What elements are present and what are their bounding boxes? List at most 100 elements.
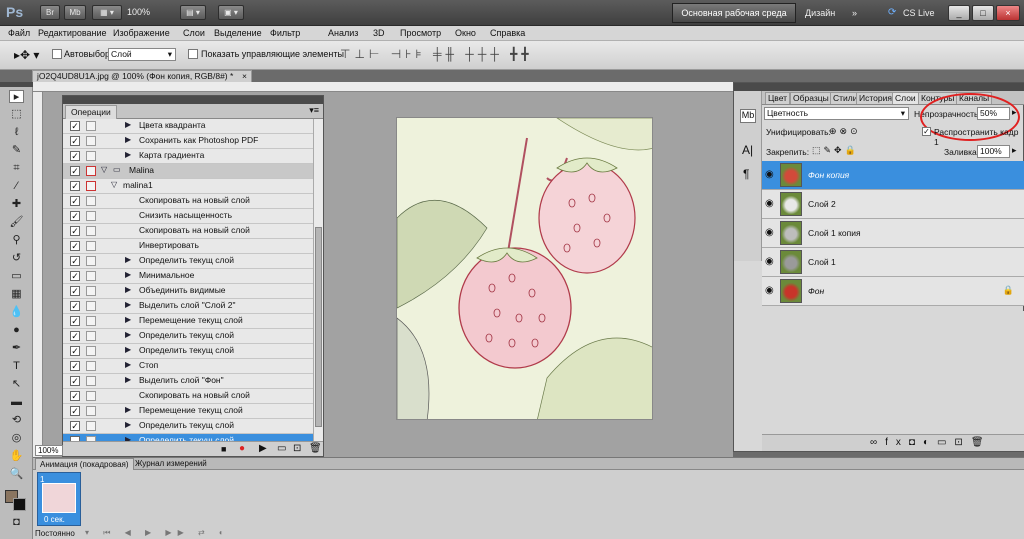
minimize-button[interactable]: _ xyxy=(948,5,970,21)
expand-triangle-icon[interactable]: ▶ xyxy=(125,150,131,159)
action-toggle-checkbox[interactable]: ✓ xyxy=(70,346,80,356)
expand-triangle-icon[interactable]: ▶ xyxy=(125,330,131,339)
expand-triangle-icon[interactable]: ▶ xyxy=(125,255,131,264)
expand-triangle-icon[interactable]: ▶ xyxy=(125,285,131,294)
mini-bridge-panel-icon[interactable]: Mb xyxy=(740,109,756,123)
3d-rotate-tool-icon[interactable]: ⟲ xyxy=(9,414,24,427)
autoselect-dropdown[interactable]: Слой ▾ xyxy=(108,48,176,61)
blur-tool-icon[interactable]: 💧 xyxy=(9,306,24,319)
dialog-toggle[interactable] xyxy=(86,316,96,326)
tab-history[interactable]: История xyxy=(856,92,895,104)
action-row[interactable]: ✓ ▶ Выделить слой "Слой 2" xyxy=(63,299,313,314)
dialog-toggle[interactable] xyxy=(86,226,96,236)
action-row[interactable]: ✓ ▶ Сохранить как Photoshop PDF xyxy=(63,134,313,149)
action-row[interactable]: ✓ ▶ Объединить видимые xyxy=(63,284,313,299)
action-row[interactable]: ✓ ▶ Определить текущ слой xyxy=(63,344,313,359)
action-row[interactable]: ✓ ▶ Определить текущ слой xyxy=(63,419,313,434)
mini-bridge-button[interactable]: Mb xyxy=(64,5,86,20)
autoselect-checkbox[interactable] xyxy=(52,49,62,61)
tab-color[interactable]: Цвет xyxy=(765,92,791,104)
dialog-toggle[interactable] xyxy=(86,151,96,161)
action-toggle-checkbox[interactable]: ✓ xyxy=(70,196,80,206)
menu-3d[interactable]: 3D xyxy=(373,28,385,38)
tab-measurement-log[interactable]: Журнал измерений xyxy=(135,459,207,468)
dialog-toggle[interactable] xyxy=(86,346,96,356)
healing-brush-tool-icon[interactable]: ✚ xyxy=(9,198,24,211)
action-row[interactable]: ✓ ▶ Определить текущ слой xyxy=(63,254,313,269)
layer-row[interactable]: ◉ Слой 2 xyxy=(762,190,1024,219)
zoom-field[interactable]: 100% xyxy=(35,445,63,456)
quick-mask-icon[interactable]: ◘ xyxy=(9,516,24,529)
bridge-button[interactable]: Br xyxy=(40,5,60,20)
animation-frame-1[interactable]: 1 0 сек. xyxy=(37,472,81,526)
new-set-icon[interactable]: ▭ xyxy=(277,443,286,454)
workspace-essentials-button[interactable]: Основная рабочая среда xyxy=(672,3,796,23)
zoom-level[interactable]: 100% xyxy=(127,7,150,17)
layer-visibility-eye-icon[interactable]: ◉ xyxy=(765,285,774,296)
expand-triangle-icon[interactable]: ▶ xyxy=(125,375,131,384)
gradient-tool-icon[interactable]: ▦ xyxy=(9,288,24,301)
lock-icons[interactable]: ⬚✎✥🔒 xyxy=(812,145,859,156)
unify-icons[interactable]: ⊕⊗⊙ xyxy=(829,126,861,137)
expand-triangle-icon[interactable]: ▶ xyxy=(125,315,131,324)
move-tool-icon[interactable]: ▸ xyxy=(9,90,24,103)
dialog-toggle[interactable] xyxy=(86,136,96,146)
close-document-icon[interactable]: × xyxy=(242,71,247,82)
expand-triangle-icon[interactable]: ▶ xyxy=(125,120,131,129)
layer-action-icons[interactable]: ∞fx◘◐▭⊡🗑 xyxy=(870,437,992,448)
dialog-toggle[interactable] xyxy=(86,406,96,416)
menu-image[interactable]: Изображение xyxy=(113,28,170,38)
document-image[interactable] xyxy=(396,117,653,420)
loop-option[interactable]: Постоянно xyxy=(35,529,75,538)
record-icon[interactable]: ● xyxy=(239,443,245,454)
dialog-toggle[interactable] xyxy=(86,166,96,176)
lasso-tool-icon[interactable]: ℓ xyxy=(9,126,24,139)
new-action-icon[interactable]: ⊡ xyxy=(293,443,301,454)
action-toggle-checkbox[interactable]: ✓ xyxy=(70,376,80,386)
actions-scrollbar[interactable] xyxy=(313,119,323,441)
menu-filter[interactable]: Фильтр xyxy=(270,28,300,38)
brush-tool-icon[interactable]: 🖌 xyxy=(9,216,24,229)
tab-actions[interactable]: Операции xyxy=(65,105,117,119)
menu-layers[interactable]: Слои xyxy=(183,28,205,38)
screen-mode-icon[interactable]: ▣ ▾ xyxy=(218,5,244,20)
expand-triangle-icon[interactable]: ▶ xyxy=(125,270,131,279)
action-row[interactable]: ✓ Скопировать на новый слой xyxy=(63,389,313,404)
dodge-tool-icon[interactable]: ● xyxy=(9,324,24,337)
action-row[interactable]: ✓ Скопировать на новый слой xyxy=(63,224,313,239)
dialog-toggle[interactable] xyxy=(86,421,96,431)
layer-visibility-eye-icon[interactable]: ◉ xyxy=(765,169,774,180)
3d-orbit-tool-icon[interactable]: ◎ xyxy=(9,432,24,445)
action-row[interactable]: ✓ ▶ Определить текущ слой xyxy=(63,434,313,441)
dialog-toggle[interactable] xyxy=(86,196,96,206)
panel-menu-icon[interactable]: ▾≡ xyxy=(309,105,319,116)
layer-visibility-eye-icon[interactable]: ◉ xyxy=(765,198,774,209)
expand-triangle-icon[interactable]: ▶ xyxy=(125,345,131,354)
fill-slider-arrow-icon[interactable]: ▸ xyxy=(1012,145,1017,156)
history-brush-tool-icon[interactable]: ↺ xyxy=(9,252,24,265)
play-icon[interactable]: ▶ xyxy=(259,443,267,454)
action-toggle-checkbox[interactable]: ✓ xyxy=(70,181,80,191)
clone-stamp-tool-icon[interactable]: ⚲ xyxy=(9,234,24,247)
stop-icon[interactable]: ■ xyxy=(221,444,226,454)
dialog-toggle[interactable] xyxy=(86,331,96,341)
eraser-tool-icon[interactable]: ▭ xyxy=(9,270,24,283)
expand-triangle-icon[interactable]: ▶ xyxy=(125,405,131,414)
action-row[interactable]: ✓ ▶ Перемещение текущ слой xyxy=(63,404,313,419)
delete-action-icon[interactable]: 🗑 xyxy=(309,443,322,454)
hand-tool-icon[interactable]: ✋ xyxy=(9,450,24,463)
action-toggle-checkbox[interactable]: ✓ xyxy=(70,241,80,251)
type-tool-icon[interactable]: T xyxy=(9,360,24,373)
action-toggle-checkbox[interactable]: ✓ xyxy=(70,301,80,311)
layer-visibility-eye-icon[interactable]: ◉ xyxy=(765,256,774,267)
dialog-toggle[interactable] xyxy=(86,286,96,296)
menu-file[interactable]: Файл xyxy=(8,28,30,38)
action-toggle-checkbox[interactable]: ✓ xyxy=(70,151,80,161)
menu-select[interactable]: Выделение xyxy=(214,28,262,38)
document-tab[interactable]: jO2Q4UD8U1A.jpg @ 100% (Фон копия, RGB/8… xyxy=(32,70,252,82)
workspace-design-button[interactable]: Дизайн xyxy=(805,8,835,18)
action-toggle-checkbox[interactable]: ✓ xyxy=(70,406,80,416)
action-row[interactable]: ✓ ▶ Стоп xyxy=(63,359,313,374)
action-row[interactable]: ✓ ▶ Перемещение текущ слой xyxy=(63,314,313,329)
cslive-button[interactable]: CS Live xyxy=(903,8,935,18)
